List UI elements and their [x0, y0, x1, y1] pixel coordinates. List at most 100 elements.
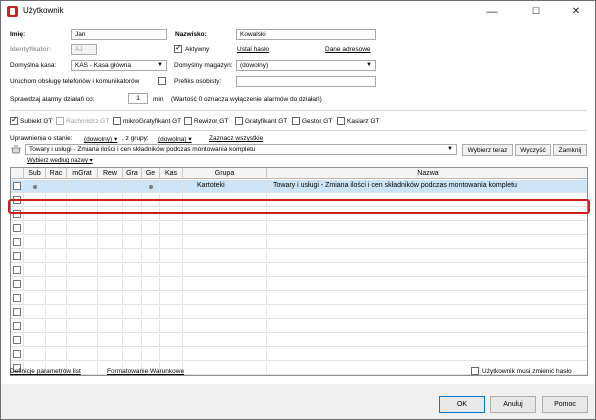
column-header-sub[interactable]: Sub — [24, 168, 46, 179]
row-checkbox[interactable] — [13, 238, 21, 246]
module-checkbox-rachmistrz[interactable] — [56, 117, 64, 125]
maximize-button[interactable]: ☐ — [521, 1, 551, 22]
choose-now-button[interactable]: Wybierz teraz — [462, 144, 513, 156]
table-cell — [267, 264, 587, 277]
column-header-rac[interactable]: Rac — [46, 168, 67, 179]
table-cell — [67, 236, 98, 249]
module-checkbox-mikrogratyfikant[interactable] — [113, 117, 121, 125]
row-checkbox[interactable] — [13, 252, 21, 260]
select-all-link[interactable]: Zaznacz wszystkie — [209, 135, 263, 142]
table-row[interactable]: Kartoteki Towary i usługi - Zmiana ilości… — [11, 180, 587, 193]
identyfikator-field[interactable]: AJ — [71, 44, 97, 55]
table-cell — [142, 292, 160, 305]
row-checkbox[interactable] — [13, 336, 21, 344]
table-cell — [160, 236, 183, 249]
row-checkbox[interactable] — [13, 294, 21, 302]
close-button[interactable]: ✕ — [561, 1, 591, 22]
minimize-button[interactable]: — — [477, 1, 507, 22]
column-header-kas[interactable]: Kas — [160, 168, 183, 179]
chevron-down-icon: ▼ — [157, 62, 163, 68]
choose-by-name-dropdown[interactable]: Wybierz według nazwy ▾ — [27, 157, 93, 164]
table-cell — [267, 334, 587, 347]
module-checkbox-kasiarz[interactable] — [337, 117, 345, 125]
row-checkbox[interactable] — [13, 224, 21, 232]
column-header-rew[interactable]: Rew — [98, 168, 123, 179]
ustal-haslo-link[interactable]: Ustal hasło — [237, 46, 269, 53]
table-row[interactable] — [11, 264, 587, 277]
table-cell — [183, 250, 267, 263]
permission-group-dropdown[interactable]: (dowolna) ▾ — [158, 135, 192, 143]
kasa-select[interactable]: KAS - Kasa główna ▼ — [71, 60, 167, 71]
column-header-mgrat[interactable]: mGrat — [67, 168, 98, 179]
table-cell — [160, 222, 183, 235]
nazwisko-field[interactable]: Kowalski — [236, 29, 376, 40]
module-checkbox-subiekt[interactable] — [10, 115, 18, 125]
module-label-subiekt: Subiekt GT — [20, 118, 53, 125]
ok-button[interactable]: OK — [439, 396, 485, 413]
table-cell — [183, 278, 267, 291]
table-row[interactable] — [11, 250, 587, 263]
table-cell — [11, 306, 24, 319]
table-row[interactable] — [11, 306, 587, 319]
magazyn-label: Domyślny magazyn: — [174, 62, 233, 69]
table-row[interactable] — [11, 278, 587, 291]
table-cell — [160, 264, 183, 277]
must-change-password-checkbox[interactable] — [471, 367, 479, 375]
table-row[interactable] — [11, 292, 587, 305]
table-row[interactable] — [11, 348, 587, 361]
identyfikator-label: Identyfikator: — [10, 46, 52, 53]
definitions-link[interactable]: Definicje parametrów list — [10, 368, 81, 375]
table-cell — [183, 320, 267, 333]
table-cell — [142, 306, 160, 319]
row-checkbox[interactable] — [13, 266, 21, 274]
column-header-grupa[interactable]: Grupa — [183, 168, 267, 179]
table-cell — [24, 348, 46, 361]
row-checkbox[interactable] — [13, 280, 21, 288]
table-cell — [46, 306, 67, 319]
table-cell — [183, 334, 267, 347]
table-cell — [46, 278, 67, 291]
column-header-ge[interactable]: Ge — [142, 168, 160, 179]
permission-search-select[interactable]: Towary i usługi - Zmiana ilości i cen sk… — [25, 144, 457, 155]
table-row[interactable] — [11, 222, 587, 235]
clear-button[interactable]: Wyczyść — [515, 144, 551, 156]
table-row[interactable] — [11, 334, 587, 347]
prefiks-field[interactable] — [236, 76, 376, 87]
table-cell — [183, 362, 267, 375]
magazyn-select[interactable]: (dowolny) ▼ — [236, 60, 376, 71]
dane-adresowe-link[interactable]: Dane adresowe — [325, 46, 371, 53]
column-header-nazwa[interactable]: Nazwa — [267, 168, 587, 179]
table-cell — [67, 320, 98, 333]
help-button[interactable]: Pomoc — [542, 396, 588, 413]
module-label-mikrogratyfikant: mikroGratyfikant GT — [123, 118, 182, 125]
permission-state-label: Uprawnienia o stanie: — [10, 135, 73, 142]
permission-state-dropdown[interactable]: (dowolny) ▾ — [84, 135, 117, 143]
module-checkbox-gestor[interactable] — [292, 117, 300, 125]
table-row[interactable] — [11, 236, 587, 249]
table-cell — [123, 264, 142, 277]
alarmy-field[interactable]: 1 — [128, 93, 148, 104]
table-cell — [24, 180, 46, 193]
table-cell — [160, 348, 183, 361]
aktywny-checkbox[interactable] — [174, 43, 182, 53]
close-search-button[interactable]: Zamknij — [553, 144, 587, 156]
table-cell — [67, 292, 98, 305]
column-header-gra[interactable]: Gra — [123, 168, 142, 179]
module-checkbox-rewizor[interactable] — [184, 117, 192, 125]
telefony-checkbox[interactable] — [158, 77, 166, 85]
row-checkbox[interactable] — [13, 350, 21, 358]
row-checkbox[interactable] — [13, 308, 21, 316]
cancel-button[interactable]: Anuluj — [490, 396, 536, 413]
permission-state-value: (dowolny) — [84, 136, 113, 143]
module-checkbox-gratyfikant[interactable] — [235, 117, 243, 125]
imie-field[interactable]: Jan — [71, 29, 167, 40]
module-label-gratyfikant: Gratyfikant GT — [245, 118, 288, 125]
table-row[interactable] — [11, 320, 587, 333]
module-label-rewizor: Rewizor GT — [194, 118, 229, 125]
table-cell — [160, 180, 183, 193]
row-checkbox[interactable] — [13, 322, 21, 330]
conditional-formatting-link[interactable]: Formatowanie Warunkowe — [107, 368, 184, 375]
row-checkbox[interactable] — [13, 182, 21, 190]
table-cell — [46, 264, 67, 277]
table-cell — [123, 236, 142, 249]
